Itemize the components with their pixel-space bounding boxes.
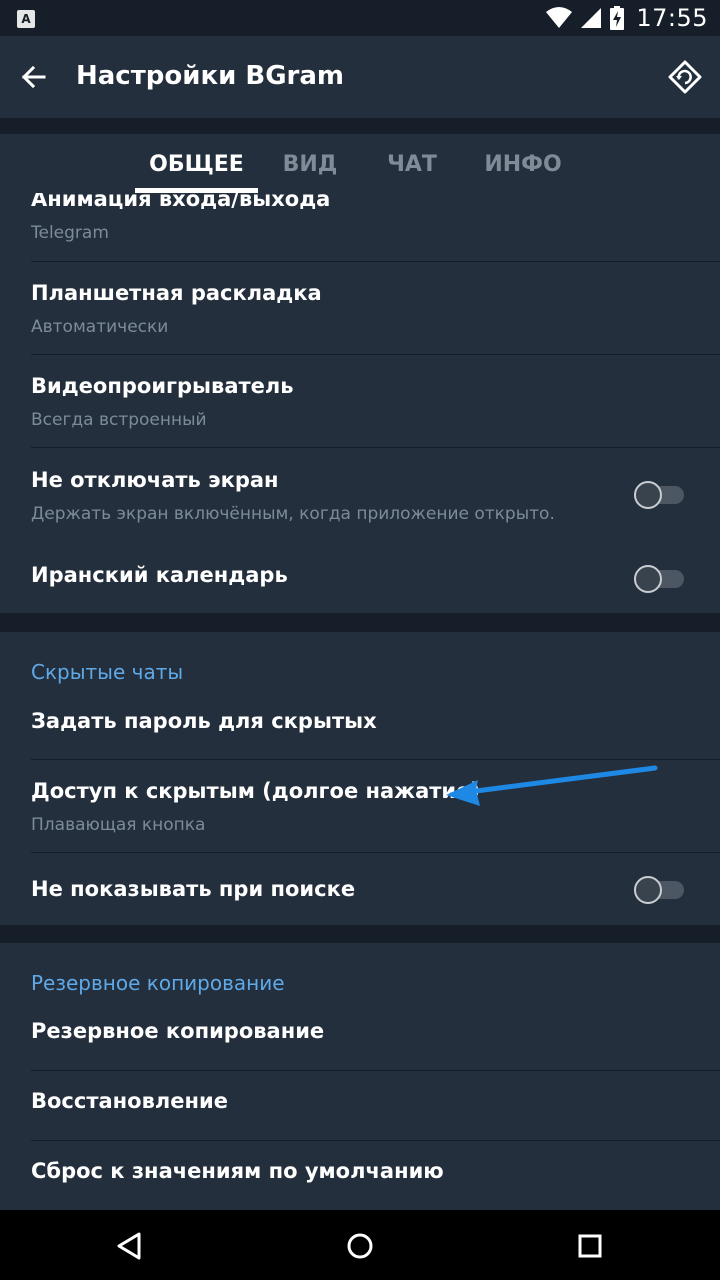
setting-subtitle: Плавающая кнопка [31,815,206,835]
section-header: Скрытые чаты [31,660,184,684]
setting-backup[interactable]: Резервное копирование [0,1003,720,1070]
page-title: Настройки BGram [76,61,345,91]
hide-in-search-toggle[interactable] [634,875,684,904]
setting-animation[interactable]: Анимация входа/выхода Telegram [0,193,720,262]
setting-title: Не отключать экран [31,468,279,492]
setting-keep-screen-on[interactable]: Не отключать экран Держать экран включён… [0,448,720,540]
setting-video-player[interactable]: Видеопроигрыватель Всегда встроенный [0,355,720,447]
arrow-back-icon[interactable] [14,57,54,97]
keep-screen-on-toggle[interactable] [634,480,684,509]
restore-icon[interactable] [664,56,706,98]
toggle-knob [634,876,662,904]
setting-title: Резервное копирование [31,1019,325,1043]
toggle-knob [634,565,662,593]
setting-subtitle: Telegram [31,223,109,243]
hidden-chats-section: Скрытые чаты Задать пароль для скрытых Д… [0,632,720,925]
setting-title: Доступ к скрытым (долгое нажатие) [31,779,480,803]
setting-title: Восстановление [31,1089,228,1113]
wifi-icon [546,7,573,28]
general-settings-list: Анимация входа/выхода Telegram Планшетна… [0,193,720,613]
tab-general[interactable]: ОБЩЕЕ [135,134,258,193]
setting-reset-defaults[interactable]: Сброс к значениям по умолчанию [0,1141,720,1210]
backup-section: Резервное копирование Резервное копирова… [0,943,720,1210]
app-bar: Настройки BGram [0,36,720,118]
setting-restore[interactable]: Восстановление [0,1071,720,1140]
home-circle-icon[interactable] [338,1224,382,1268]
setting-subtitle: Держать экран включённым, когда приложен… [31,504,555,524]
setting-title: Сброс к значениям по умолчанию [31,1159,444,1183]
iranian-calendar-toggle[interactable] [634,564,684,593]
section-header: Резервное копирование [31,971,285,995]
setting-tablet-layout[interactable]: Планшетная раскладка Автоматически [0,262,720,354]
setting-title: Анимация входа/выхода [31,193,331,211]
navigation-bar [0,1210,720,1280]
section-gap [0,613,720,632]
system-icons: 17:55 [546,0,708,36]
status-bar: A 17:55 [0,0,720,36]
tab-view[interactable]: ВИД [266,134,354,193]
setting-iranian-calendar[interactable]: Иранский календарь [0,540,720,613]
setting-subtitle: Автоматически [31,317,169,337]
setting-title: Видеопроигрыватель [31,374,294,398]
recents-square-icon[interactable] [568,1224,612,1268]
tab-bar: ОБЩЕЕ ВИД ЧАТ ИНФО [0,134,720,193]
setting-hide-in-search[interactable]: Не показывать при поиске [0,853,720,925]
setting-hidden-access[interactable]: Доступ к скрытым (долгое нажатие) Плаваю… [0,760,720,852]
setting-subtitle: Всегда встроенный [31,410,207,430]
section-gap [0,925,720,943]
tab-chat[interactable]: ЧАТ [372,134,452,193]
setting-title: Не показывать при поиске [31,877,356,901]
clock: 17:55 [636,4,708,32]
spacer [0,118,720,134]
setting-title: Задать пароль для скрытых [31,709,377,733]
signal-icon [581,8,602,28]
back-triangle-icon[interactable] [107,1224,151,1268]
toggle-knob [634,481,662,509]
setting-title: Планшетная раскладка [31,281,322,305]
app-notification-icon: A [17,10,35,28]
setting-hidden-password[interactable]: Задать пароль для скрытых [0,692,720,759]
tab-info[interactable]: ИНФО [474,134,572,193]
setting-title: Иранский календарь [31,563,288,587]
battery-charging-icon [610,6,625,30]
